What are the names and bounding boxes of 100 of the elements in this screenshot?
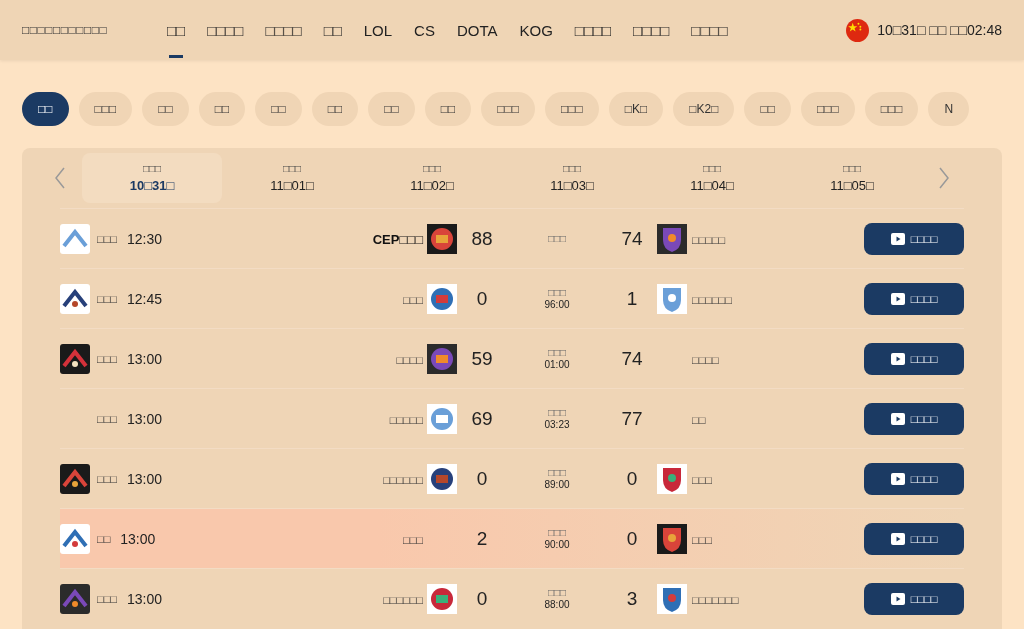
nav-tab[interactable]: DOTA: [456, 0, 498, 60]
match-minute: 01:00: [544, 359, 570, 370]
home-team-name: □□□: [403, 293, 423, 306]
filter-pill[interactable]: □□: [198, 92, 246, 126]
nav-tab[interactable]: □□□□: [633, 0, 670, 60]
filter-pill[interactable]: □□: [311, 92, 359, 126]
watch-button[interactable]: □□□□: [864, 582, 964, 615]
league-name: □□□: [97, 292, 117, 305]
crest-icon: [427, 403, 457, 434]
nav-tab[interactable]: KOG: [519, 0, 553, 60]
watch-button[interactable]: □□□□: [864, 282, 964, 315]
crest-icon: [657, 523, 687, 554]
watch-button[interactable]: □□□□: [864, 222, 964, 255]
crest-icon: [657, 283, 687, 314]
away-score: 0: [625, 467, 639, 490]
match-minute: 89:00: [544, 479, 570, 490]
match-time: 13:00: [120, 530, 156, 547]
chevron-right-icon: [938, 166, 950, 190]
filter-pill[interactable]: □□: [744, 92, 791, 126]
away-team-name: □□□: [692, 533, 712, 546]
crest-icon: [427, 343, 457, 374]
filter-pill[interactable]: □□□: [78, 92, 133, 126]
filter-pill[interactable]: □□: [22, 92, 69, 126]
home-team-name: □□□: [403, 533, 423, 546]
home-score: 69: [470, 407, 494, 430]
nav-tab[interactable]: □□□□: [207, 0, 244, 60]
filter-pill[interactable]: □□□: [481, 92, 535, 126]
away-team-name: □□□: [692, 473, 712, 486]
away-team-name: □□□□: [692, 353, 719, 366]
league-logo-icon: [60, 523, 90, 554]
nav-tab[interactable]: □□: [167, 0, 186, 60]
match-status: □□□: [547, 407, 567, 418]
date-tab[interactable]: □□□ 10□31□: [82, 153, 222, 203]
play-icon: [890, 592, 905, 605]
match-time: 13:00: [126, 410, 162, 427]
match-status: □□□: [547, 527, 567, 538]
match-minute: 88:00: [544, 599, 570, 610]
date-tab[interactable]: □□□ 11□02□: [362, 153, 502, 203]
match-minute: 96:00: [544, 299, 570, 310]
league-logo-icon: [60, 343, 90, 374]
nav-tab[interactable]: □□: [323, 0, 342, 60]
match-time: 12:30: [126, 230, 162, 247]
play-icon: [890, 412, 905, 425]
filter-pill[interactable]: □□□: [545, 92, 599, 126]
filter-pill[interactable]: □K2□: [673, 92, 735, 126]
away-score: 0: [625, 527, 639, 550]
nav-tab[interactable]: □□□□: [691, 0, 728, 60]
crest-icon: [427, 223, 457, 254]
date-tab[interactable]: □□□ 11□04□: [642, 153, 782, 203]
nav-tab[interactable]: CS: [414, 0, 435, 60]
away-team-name: □□□□□: [692, 233, 726, 246]
match-time: 12:45: [126, 290, 162, 307]
home-team-name: □□□□□: [389, 413, 423, 426]
play-icon: [890, 232, 905, 245]
watch-button[interactable]: □□□□: [864, 522, 964, 555]
away-score: 74: [620, 227, 644, 250]
away-score: 1: [625, 287, 639, 310]
crest-icon: [657, 223, 687, 254]
chevron-left-icon: [54, 166, 66, 190]
nav-tab[interactable]: LOL: [363, 0, 393, 60]
watch-button[interactable]: □□□□: [864, 402, 964, 435]
date-tab[interactable]: □□□ 11□01□: [222, 153, 362, 203]
league-name: □□□: [97, 472, 117, 485]
filter-pill[interactable]: □□: [142, 92, 189, 126]
nav-tab[interactable]: □□□□: [265, 0, 302, 60]
league-logo-icon: [60, 223, 90, 254]
match-status: □□□: [547, 587, 567, 598]
filter-pill[interactable]: □□□: [864, 92, 919, 126]
filter-pill[interactable]: □□□: [800, 92, 855, 126]
watch-button[interactable]: □□□□: [864, 462, 964, 495]
crest-icon: [427, 463, 457, 494]
away-team-name: □□: [692, 413, 706, 426]
match-status: □□□: [547, 233, 567, 244]
home-team-name: □□□□: [396, 353, 423, 366]
watch-button[interactable]: □□□□: [864, 342, 964, 375]
crest-icon: [427, 283, 457, 314]
filter-pill[interactable]: □□: [255, 92, 302, 126]
home-score: 0: [475, 467, 489, 490]
home-score: 59: [470, 347, 494, 370]
away-score: 77: [620, 407, 644, 430]
home-score: 88: [470, 227, 494, 250]
match-status: □□□: [547, 287, 567, 298]
league-name: □□□: [97, 232, 117, 245]
match-time: 13:00: [126, 470, 162, 487]
site-logo-text[interactable]: □□□□□□□□□□□: [22, 23, 167, 37]
date-tab[interactable]: □□□ 11□05□: [782, 153, 922, 203]
home-team-name: □□□□□□: [383, 473, 423, 486]
nav-tab[interactable]: □□□□: [574, 0, 612, 60]
match-status: □□□: [547, 467, 567, 478]
filter-pill[interactable]: □K□: [608, 92, 664, 126]
league-name: □□: [97, 532, 111, 545]
league-logo-icon: [60, 283, 90, 314]
filter-pill[interactable]: □□: [424, 92, 472, 126]
filter-pill[interactable]: N: [928, 92, 970, 126]
crest-icon: [657, 463, 687, 494]
clock-text: 10□31□ □□ □□02:48: [877, 22, 1002, 38]
home-team-name: CEP□□□: [372, 231, 423, 247]
date-tab[interactable]: □□□ 11□03□: [502, 153, 642, 203]
filter-pill[interactable]: □□: [368, 92, 415, 126]
crest-icon: [427, 583, 457, 614]
